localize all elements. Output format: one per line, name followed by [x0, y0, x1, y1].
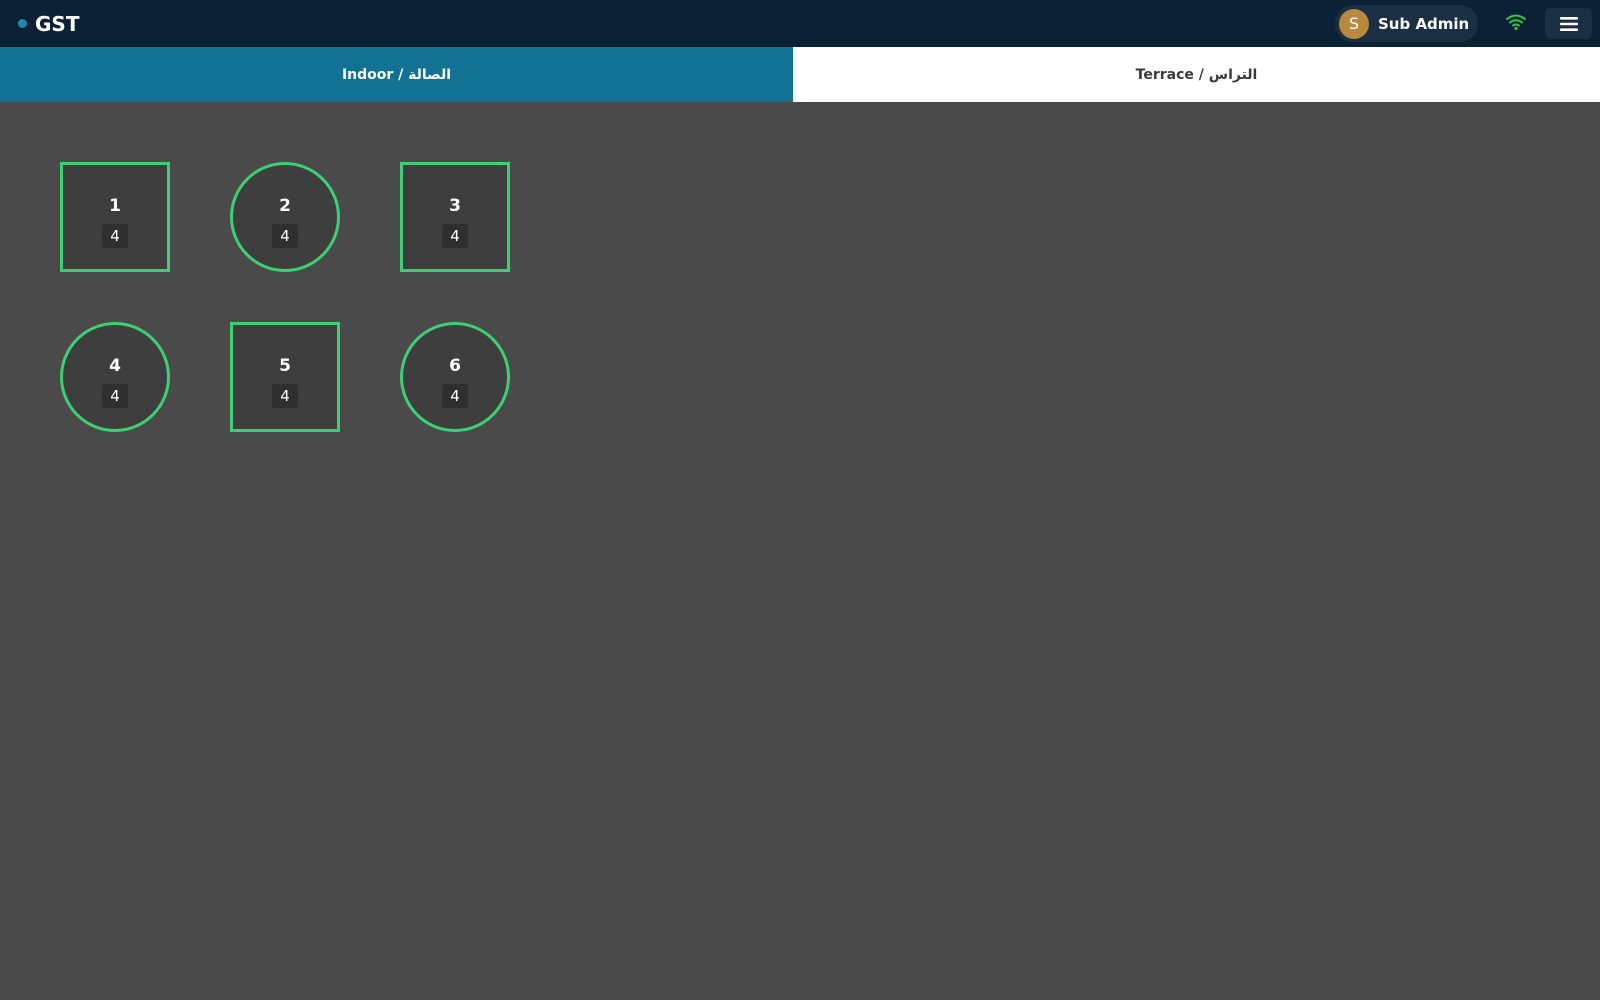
table-4[interactable]: 4 4: [60, 322, 170, 432]
wifi-icon: [1506, 14, 1526, 31]
table-number: 1: [109, 196, 121, 216]
table-1[interactable]: 1 4: [60, 162, 170, 272]
table-number: 5: [279, 356, 291, 376]
table-seats-badge: 4: [272, 224, 298, 248]
table-seats-badge: 4: [442, 384, 468, 408]
hamburger-menu-icon: [1559, 16, 1578, 31]
status-dot-icon: [18, 19, 27, 28]
floor-plan: 1 4 2 4 3 4 4 4 5 4 6 4: [0, 102, 1600, 1000]
user-menu-button[interactable]: S Sub Admin: [1335, 5, 1478, 42]
table-number: 6: [449, 356, 461, 376]
table-3[interactable]: 3 4: [400, 162, 510, 272]
table-number: 2: [279, 196, 291, 216]
area-tabs: Indoor / الصالة Terrace / التراس: [0, 47, 1600, 102]
menu-button[interactable]: [1545, 8, 1592, 39]
table-5[interactable]: 5 4: [230, 322, 340, 432]
brand: GST: [18, 0, 79, 47]
table-seats-badge: 4: [272, 384, 298, 408]
top-bar: GST S Sub Admin: [0, 0, 1600, 47]
tab-terrace[interactable]: Terrace / التراس: [793, 47, 1600, 102]
table-number: 3: [449, 196, 461, 216]
table-seats-badge: 4: [102, 384, 128, 408]
table-seats-badge: 4: [102, 224, 128, 248]
tab-indoor[interactable]: Indoor / الصالة: [0, 47, 793, 102]
table-2[interactable]: 2 4: [230, 162, 340, 272]
app-title: GST: [35, 11, 80, 36]
avatar: S: [1339, 8, 1369, 39]
table-seats-badge: 4: [442, 224, 468, 248]
table-6[interactable]: 6 4: [400, 322, 510, 432]
user-name: Sub Admin: [1378, 14, 1470, 33]
table-number: 4: [109, 356, 121, 376]
